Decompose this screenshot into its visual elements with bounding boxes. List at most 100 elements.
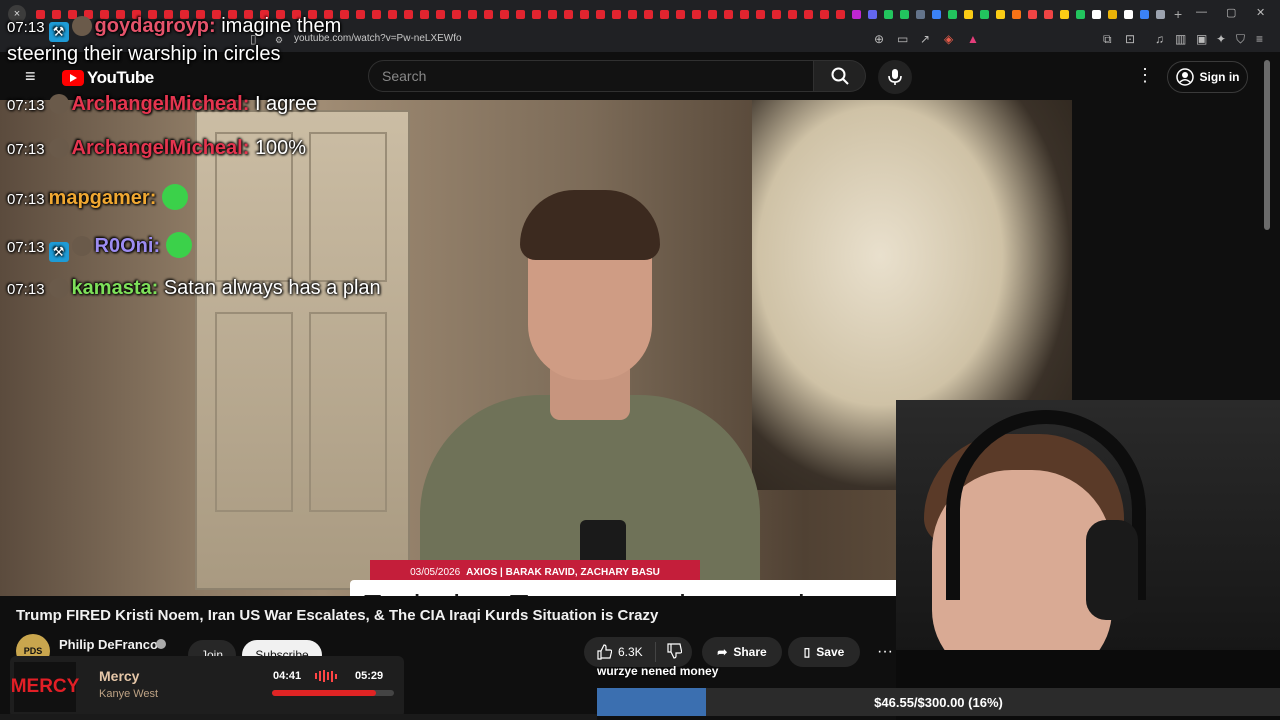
- search-button[interactable]: [814, 60, 866, 92]
- album-art: MERCY: [11, 662, 79, 712]
- new-tab-icon[interactable]: +: [1174, 6, 1182, 22]
- extensions-icon[interactable]: ⧉: [1103, 32, 1112, 47]
- tab-favicon-icon[interactable]: [979, 9, 989, 19]
- tab-favicon-icon[interactable]: [755, 9, 765, 19]
- tab-favicon-icon[interactable]: [883, 9, 893, 19]
- like-button[interactable]: 6.3K: [584, 642, 656, 662]
- chat-timestamp: 07:13: [7, 19, 45, 36]
- share-page-icon[interactable]: ↗: [920, 32, 930, 46]
- zoom-icon[interactable]: ⊕: [874, 32, 884, 46]
- tab-favicon-icon[interactable]: [659, 9, 669, 19]
- tab-favicon-icon[interactable]: [995, 9, 1005, 19]
- tab-favicon-icon[interactable]: [595, 9, 605, 19]
- chat-timestamp: 07:13: [7, 97, 45, 114]
- tab-favicon-icon[interactable]: [723, 9, 733, 19]
- taskbar-strip: [0, 714, 597, 720]
- chat-message: 07:13 ⚒ goydagroyp: imagine them steering …: [7, 14, 417, 66]
- dislike-button[interactable]: [656, 642, 683, 662]
- tab-favicon-icon[interactable]: [499, 9, 509, 19]
- tab-favicon-icon[interactable]: [1107, 9, 1117, 19]
- chat-timestamp: 07:13: [7, 239, 45, 256]
- screen: × + — ▢ ✕ ▯ ⚙ youtube.com/watch?v=Pw-neL…: [0, 0, 1280, 720]
- tab-favicon-icon[interactable]: [707, 9, 717, 19]
- tab-favicon-icon[interactable]: [963, 9, 973, 19]
- tab-favicon-icon[interactable]: [643, 9, 653, 19]
- tab-favicon-icon[interactable]: [1027, 9, 1037, 19]
- chat-username[interactable]: kamasta: [72, 277, 152, 299]
- tab-favicon-icon[interactable]: [739, 9, 749, 19]
- tab-favicon-icon[interactable]: [531, 9, 541, 19]
- chat-username[interactable]: R0Oni: [95, 235, 154, 257]
- maximize-icon[interactable]: ▢: [1226, 6, 1236, 19]
- tab-favicon-icon[interactable]: [451, 9, 461, 19]
- tab-favicon-icon[interactable]: [579, 9, 589, 19]
- chat-username[interactable]: goydagroyp: [95, 15, 209, 37]
- more-actions-icon[interactable]: ···: [872, 637, 898, 667]
- close-window-icon[interactable]: ✕: [1256, 6, 1265, 19]
- chat-username[interactable]: mapgamer: [49, 187, 150, 209]
- tab-favicon-icon[interactable]: [867, 9, 877, 19]
- tab-favicon-icon[interactable]: [819, 9, 829, 19]
- leo-icon[interactable]: ✦: [1216, 32, 1226, 46]
- tab-favicon-icon[interactable]: [419, 9, 429, 19]
- tab-favicon-icon[interactable]: [1011, 9, 1021, 19]
- tab-favicon-icon[interactable]: [803, 9, 813, 19]
- tab-favicon-icon[interactable]: [627, 9, 637, 19]
- tab-favicon-icon[interactable]: [547, 9, 557, 19]
- tab-favicon-icon[interactable]: [899, 9, 909, 19]
- tab-favicon-icon[interactable]: [1123, 9, 1133, 19]
- chat-message: 07:13 ArchangelMicheal: I agree: [7, 92, 417, 118]
- tab-favicon-icon[interactable]: [931, 9, 941, 19]
- sign-in-button[interactable]: Sign in: [1167, 61, 1248, 93]
- vpn-icon[interactable]: ⛉: [1236, 32, 1245, 47]
- tab-favicon-icon[interactable]: [1043, 9, 1053, 19]
- minimize-icon[interactable]: —: [1196, 6, 1207, 18]
- tab-favicon-icon[interactable]: [835, 9, 845, 19]
- thumbs-down-icon: [667, 642, 683, 659]
- menu-icon[interactable]: ≡: [1256, 32, 1263, 46]
- thumbs-up-icon: [597, 644, 612, 660]
- voice-search-button[interactable]: [878, 60, 912, 94]
- verified-icon: [156, 639, 166, 649]
- chat-overlay: 07:13 ⚒ goydagroyp: imagine them steering …: [0, 0, 420, 340]
- chat-message: 07:13 mapgamer:: [7, 184, 417, 212]
- tab-favicon-icon[interactable]: [675, 9, 685, 19]
- share-button[interactable]: ➦ Share: [702, 637, 782, 667]
- tab-favicon-icon[interactable]: [435, 9, 445, 19]
- page-scrollbar[interactable]: [1264, 60, 1270, 230]
- sidebar-icon[interactable]: ▥: [1175, 32, 1186, 46]
- chat-username[interactable]: ArchangelMicheal: [72, 137, 243, 159]
- tab-favicon-icon[interactable]: [771, 9, 781, 19]
- media-icon[interactable]: ♫: [1155, 32, 1164, 46]
- tab-favicon-icon[interactable]: [851, 9, 861, 19]
- tab-favicon-icon[interactable]: [611, 9, 621, 19]
- rewards-icon[interactable]: ▲: [967, 32, 979, 46]
- tab-favicon-icon[interactable]: [787, 9, 797, 19]
- tab-search-icon[interactable]: ⊡: [1125, 32, 1135, 46]
- chat-username[interactable]: ArchangelMicheal: [72, 93, 243, 115]
- tab-favicon-icon[interactable]: [563, 9, 573, 19]
- presenter: [420, 190, 760, 596]
- save-button[interactable]: ▯ Save: [788, 637, 860, 667]
- tab-favicon-icon[interactable]: [1091, 9, 1101, 19]
- search-icon: [831, 67, 849, 85]
- channel-name[interactable]: Philip DeFranco: [59, 637, 158, 652]
- tab-favicon-icon[interactable]: [515, 9, 525, 19]
- tab-favicon-icon[interactable]: [691, 9, 701, 19]
- search-input[interactable]: Search: [368, 60, 814, 92]
- tab-favicon-icon[interactable]: [483, 9, 493, 19]
- tab-favicon-icon[interactable]: [1139, 9, 1149, 19]
- brave-shield-icon[interactable]: ◈: [944, 32, 953, 46]
- chat-text: Satan always has a plan: [163, 277, 381, 299]
- tab-favicon-icon[interactable]: [1155, 9, 1165, 19]
- cast-icon[interactable]: ▭: [897, 32, 908, 46]
- chat-message: 07:13 ArchangelMicheal: 100%: [7, 136, 417, 162]
- wallet-icon[interactable]: ▣: [1196, 32, 1207, 46]
- presenter-hair: [520, 190, 660, 260]
- tab-favicon-icon[interactable]: [915, 9, 925, 19]
- more-options-icon[interactable]: ⋮: [1136, 65, 1154, 86]
- tab-favicon-icon[interactable]: [1075, 9, 1085, 19]
- tab-favicon-icon[interactable]: [947, 9, 957, 19]
- tab-favicon-icon[interactable]: [467, 9, 477, 19]
- tab-favicon-icon[interactable]: [1059, 9, 1069, 19]
